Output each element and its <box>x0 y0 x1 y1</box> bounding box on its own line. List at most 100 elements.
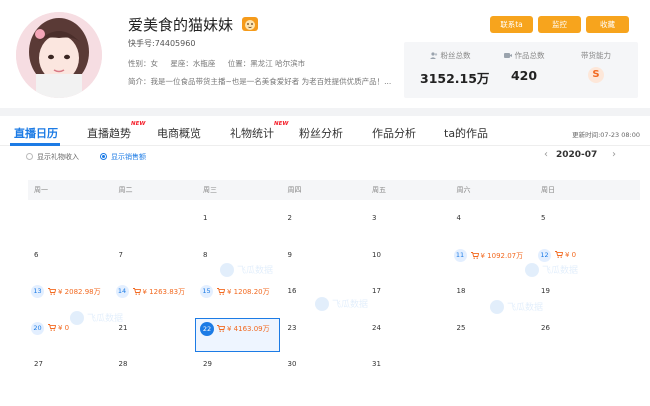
watermark-text: 飞瓜数据 <box>237 266 274 276</box>
sales-amount-text: ¥ 1092.07万 <box>480 251 524 260</box>
day-number: 2 <box>287 214 292 222</box>
day-number: 14 <box>115 285 129 298</box>
works-stat: 作品总数 420 <box>496 50 552 83</box>
day-number: 27 <box>34 360 43 368</box>
day-number: 15 <box>200 285 213 298</box>
day-number: 26 <box>541 323 550 332</box>
profile-uid: 快手号:74405960 <box>128 39 196 48</box>
tab-ta-works[interactable]: ta的作品 <box>444 125 488 141</box>
tab-bar: 直播日历 直播趋势 NEW 电商概览 礼物统计 NEW 粉丝分析 作品分析 ta的作… <box>0 116 650 146</box>
fans-label: 粉丝总数 <box>420 50 480 61</box>
tab-fans-analysis[interactable]: 粉丝分析 <box>299 125 343 141</box>
tab-ecommerce[interactable]: 电商概览 <box>157 125 201 141</box>
profile-name-text: 爱美食的猫妹妹 <box>128 16 234 34</box>
day-number: 12 <box>538 248 551 262</box>
watermark-text: 飞瓜数据 <box>542 266 579 276</box>
day-number: 5 <box>541 214 546 222</box>
works-value: 420 <box>510 68 538 83</box>
sales-amount: ¥ 0 <box>48 324 69 332</box>
watermark: 飞瓜数据 <box>525 263 578 277</box>
active-tab-indicator <box>10 143 60 146</box>
radio-dot <box>100 153 107 160</box>
day-number: 29 <box>203 360 212 368</box>
weekday-label: 周三 <box>203 186 217 194</box>
watermark-logo-icon <box>315 297 329 311</box>
sales-amount-text: ¥ 4163.09万 <box>227 324 270 333</box>
watermark-text: 飞瓜数据 <box>332 300 369 310</box>
weekday-label: 周六 <box>456 186 471 194</box>
sales-amount-text: ¥ 1263.83万 <box>142 288 186 296</box>
watermark: 飞瓜数据 <box>315 297 368 311</box>
sales-amount: ¥ 1092.07万 <box>470 251 524 261</box>
weekday-label: 周日 <box>541 186 555 194</box>
show-sales-radio[interactable]: 显示销售额 <box>100 152 146 162</box>
watermark-text: 飞瓜数据 <box>507 303 544 313</box>
day-number: 7 <box>118 250 123 259</box>
calendar-panel: 直播日历 直播趋势 NEW 电商概览 礼物统计 NEW 粉丝分析 作品分析 ta的作… <box>0 116 650 406</box>
day-number: 10 <box>372 250 381 259</box>
cart-icon <box>48 323 56 331</box>
watermark-logo-icon <box>525 263 539 277</box>
show-gift-radio[interactable]: 显示礼物收入 <box>26 152 79 162</box>
day-number: 17 <box>372 287 381 295</box>
day-number: 11 <box>453 248 467 262</box>
cart-icon <box>217 288 225 295</box>
cart-icon <box>217 324 225 332</box>
profile-name: 爱美食的猫妹妹 <box>128 14 259 35</box>
cart-icon <box>132 288 141 295</box>
day-number: 28 <box>118 360 128 368</box>
updated-time: 更新时间:07-23 08:00 <box>572 131 640 139</box>
show-gift-label: 显示礼物收入 <box>37 153 79 161</box>
tab-works-analysis[interactable]: 作品分析 <box>372 125 416 141</box>
avatar[interactable] <box>16 12 102 98</box>
works-label-text: 作品总数 <box>514 51 545 60</box>
lion-badge-icon <box>241 17 258 31</box>
profile-intro: 简介：我是一位食品带货主播~也是一名美食爱好者 为老百姓提供优质产品！... <box>128 77 392 86</box>
tab-gift-stats[interactable]: 礼物统计 NEW <box>230 121 288 141</box>
tab-gift-stats-label: 礼物统计 <box>230 127 274 140</box>
weekday-label: 周二 <box>118 186 133 194</box>
contact-button[interactable]: 联系ta <box>490 16 533 33</box>
show-sales-label: 显示销售额 <box>111 153 146 161</box>
works-label: 作品总数 <box>496 50 552 61</box>
sales-amount-text: ¥ 0 <box>58 323 70 332</box>
monitor-button[interactable]: 监控 <box>538 16 581 33</box>
watermark: 飞瓜数据 <box>490 300 543 314</box>
watermark-text: 飞瓜数据 <box>87 314 124 324</box>
fans-value: 3152.15万 <box>420 71 490 86</box>
fans-label-text: 粉丝总数 <box>440 51 471 60</box>
radio-dot <box>26 153 33 160</box>
prev-month-arrow[interactable]: ‹ <box>544 149 548 160</box>
watermark-logo-icon <box>490 300 504 314</box>
weekday-label: 周四 <box>287 186 302 194</box>
day-number: 31 <box>372 360 381 368</box>
next-month-arrow[interactable]: › <box>612 149 616 160</box>
tab-live-trend[interactable]: 直播趋势 NEW <box>87 121 145 141</box>
sales-amount: ¥ 1208.20万 <box>217 287 270 297</box>
sales-amount-text: ¥ 2082.98万 <box>58 288 101 296</box>
watermark-logo-icon <box>220 263 234 277</box>
day-number: 19 <box>541 287 550 295</box>
weekday-label: 周一 <box>34 186 48 194</box>
day-number: 16 <box>287 287 297 295</box>
profile-zodiac: 星座：水瓶座 <box>170 59 216 68</box>
profile-card: 爱美食的猫妹妹 快手号:74405960 性别：女 星座：水瓶座 位置：黑龙江 … <box>0 0 650 108</box>
cart-icon <box>48 288 56 295</box>
users-icon <box>429 52 437 59</box>
day-number: 25 <box>456 323 466 332</box>
watermark: 飞瓜数据 <box>220 263 273 277</box>
sales-amount-text: ¥ 1208.20万 <box>227 288 270 296</box>
watermark: 飞瓜数据 <box>70 311 123 325</box>
stats-panel: 粉丝总数 3152.15万 作品总数 420 带货能力 S <box>404 42 638 98</box>
day-number: 30 <box>287 360 297 368</box>
ability-label: 带货能力 <box>581 51 611 60</box>
day-number: 6 <box>34 250 39 259</box>
current-month: 2020-07 <box>556 150 598 160</box>
day-number: 24 <box>372 323 381 332</box>
favorite-button[interactable]: 收藏 <box>586 16 629 33</box>
tab-live-calendar[interactable]: 直播日历 <box>14 125 58 141</box>
cart-icon <box>555 250 563 258</box>
profile-gender: 性别：女 <box>128 59 158 68</box>
sales-amount: ¥ 0 <box>555 251 576 259</box>
day-number: 18 <box>456 287 466 295</box>
